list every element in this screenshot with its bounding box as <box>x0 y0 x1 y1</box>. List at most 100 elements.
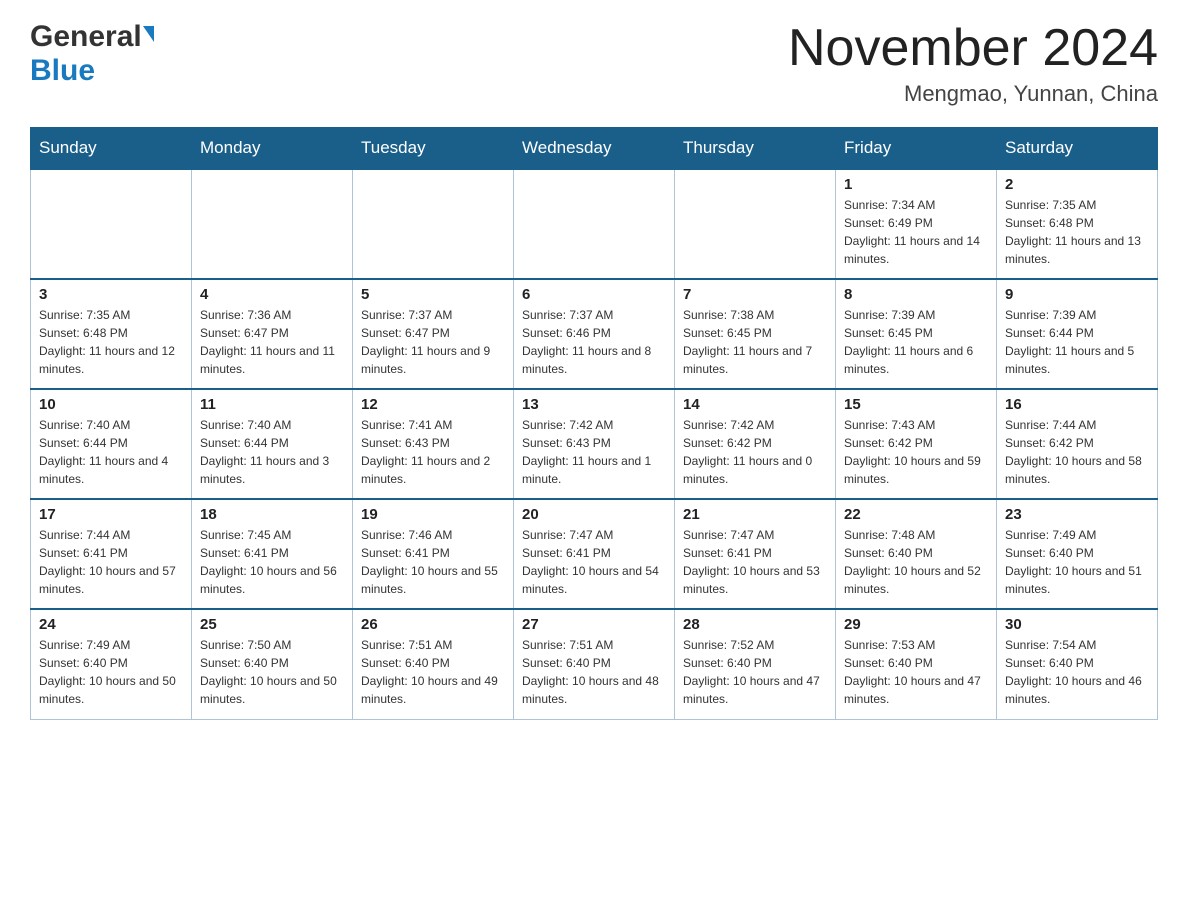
day-number: 28 <box>683 616 827 633</box>
day-info: Sunrise: 7:40 AMSunset: 6:44 PMDaylight:… <box>200 416 344 488</box>
day-number: 22 <box>844 506 988 523</box>
day-info: Sunrise: 7:35 AMSunset: 6:48 PMDaylight:… <box>1005 196 1149 268</box>
day-number: 30 <box>1005 616 1149 633</box>
day-info: Sunrise: 7:34 AMSunset: 6:49 PMDaylight:… <box>844 196 988 268</box>
calendar-cell: 14Sunrise: 7:42 AMSunset: 6:42 PMDayligh… <box>675 389 836 499</box>
day-info: Sunrise: 7:37 AMSunset: 6:47 PMDaylight:… <box>361 306 505 378</box>
day-number: 15 <box>844 396 988 413</box>
day-number: 7 <box>683 286 827 303</box>
calendar-cell: 9 Sunrise: 7:39 AMSunset: 6:44 PMDaylight… <box>997 279 1158 389</box>
calendar-cell: 23 Sunrise: 7:49 AMSunset: 6:40 PMDayligh… <box>997 499 1158 609</box>
calendar-week-row: 17Sunrise: 7:44 AMSunset: 6:41 PMDayligh… <box>31 499 1158 609</box>
day-info: Sunrise: 7:49 AMSunset: 6:40 PMDaylight:… <box>39 636 183 708</box>
calendar-cell: 28 Sunrise: 7:52 AMSunset: 6:40 PMDayligh… <box>675 609 836 719</box>
day-number: 29 <box>844 616 988 633</box>
day-number: 23 <box>1005 506 1149 523</box>
calendar-cell <box>31 169 192 279</box>
calendar-cell <box>675 169 836 279</box>
day-number: 2 <box>1005 176 1149 193</box>
day-number: 18 <box>200 506 344 523</box>
logo-general: General <box>30 20 142 54</box>
calendar-cell: 17Sunrise: 7:44 AMSunset: 6:41 PMDayligh… <box>31 499 192 609</box>
day-number: 1 <box>844 176 988 193</box>
calendar-week-row: 3Sunrise: 7:35 AMSunset: 6:48 PMDaylight… <box>31 279 1158 389</box>
calendar-cell: 8Sunrise: 7:39 AMSunset: 6:45 PMDaylight… <box>836 279 997 389</box>
calendar-cell: 4Sunrise: 7:36 AMSunset: 6:47 PMDaylight… <box>192 279 353 389</box>
calendar-week-row: 24 Sunrise: 7:49 AMSunset: 6:40 PMDayligh… <box>31 609 1158 719</box>
day-info: Sunrise: 7:42 AMSunset: 6:43 PMDaylight:… <box>522 416 666 488</box>
day-info: Sunrise: 7:39 AMSunset: 6:45 PMDaylight:… <box>844 306 988 378</box>
calendar-cell: 24 Sunrise: 7:49 AMSunset: 6:40 PMDayligh… <box>31 609 192 719</box>
day-number: 24 <box>39 616 183 633</box>
day-info: Sunrise: 7:49 AMSunset: 6:40 PMDaylight:… <box>1005 526 1149 598</box>
calendar-cell: 30 Sunrise: 7:54 AMSunset: 6:40 PMDayligh… <box>997 609 1158 719</box>
calendar-cell: 2 Sunrise: 7:35 AMSunset: 6:48 PMDaylight… <box>997 169 1158 279</box>
day-number: 13 <box>522 396 666 413</box>
location: Mengmao, Yunnan, China <box>788 81 1158 107</box>
day-info: Sunrise: 7:50 AMSunset: 6:40 PMDaylight:… <box>200 636 344 708</box>
calendar-cell: 18 Sunrise: 7:45 AMSunset: 6:41 PMDayligh… <box>192 499 353 609</box>
calendar-cell: 3Sunrise: 7:35 AMSunset: 6:48 PMDaylight… <box>31 279 192 389</box>
day-info: Sunrise: 7:47 AMSunset: 6:41 PMDaylight:… <box>522 526 666 598</box>
day-info: Sunrise: 7:46 AMSunset: 6:41 PMDaylight:… <box>361 526 505 598</box>
day-info: Sunrise: 7:47 AMSunset: 6:41 PMDaylight:… <box>683 526 827 598</box>
calendar-table: SundayMondayTuesdayWednesdayThursdayFrid… <box>30 127 1158 720</box>
day-info: Sunrise: 7:52 AMSunset: 6:40 PMDaylight:… <box>683 636 827 708</box>
day-number: 4 <box>200 286 344 303</box>
calendar-day-header: Saturday <box>997 128 1158 170</box>
page-header: General Blue November 2024 Mengmao, Yunn… <box>30 20 1158 107</box>
day-info: Sunrise: 7:53 AMSunset: 6:40 PMDaylight:… <box>844 636 988 708</box>
day-info: Sunrise: 7:48 AMSunset: 6:40 PMDaylight:… <box>844 526 988 598</box>
calendar-day-header: Friday <box>836 128 997 170</box>
logo: General Blue <box>30 20 154 88</box>
day-number: 5 <box>361 286 505 303</box>
calendar-cell: 10Sunrise: 7:40 AMSunset: 6:44 PMDayligh… <box>31 389 192 499</box>
day-number: 3 <box>39 286 183 303</box>
day-info: Sunrise: 7:39 AMSunset: 6:44 PMDaylight:… <box>1005 306 1149 378</box>
day-info: Sunrise: 7:54 AMSunset: 6:40 PMDaylight:… <box>1005 636 1149 708</box>
calendar-cell: 15Sunrise: 7:43 AMSunset: 6:42 PMDayligh… <box>836 389 997 499</box>
calendar-cell: 5 Sunrise: 7:37 AMSunset: 6:47 PMDaylight… <box>353 279 514 389</box>
calendar-day-header: Thursday <box>675 128 836 170</box>
calendar-cell: 26Sunrise: 7:51 AMSunset: 6:40 PMDayligh… <box>353 609 514 719</box>
calendar-cell: 19Sunrise: 7:46 AMSunset: 6:41 PMDayligh… <box>353 499 514 609</box>
day-number: 9 <box>1005 286 1149 303</box>
calendar-cell <box>514 169 675 279</box>
day-number: 27 <box>522 616 666 633</box>
day-info: Sunrise: 7:37 AMSunset: 6:46 PMDaylight:… <box>522 306 666 378</box>
day-number: 14 <box>683 396 827 413</box>
calendar-cell: 29 Sunrise: 7:53 AMSunset: 6:40 PMDayligh… <box>836 609 997 719</box>
logo-triangle-icon <box>143 26 154 42</box>
calendar-header-row: SundayMondayTuesdayWednesdayThursdayFrid… <box>31 128 1158 170</box>
month-title: November 2024 <box>788 20 1158 77</box>
day-number: 6 <box>522 286 666 303</box>
day-info: Sunrise: 7:41 AMSunset: 6:43 PMDaylight:… <box>361 416 505 488</box>
day-info: Sunrise: 7:45 AMSunset: 6:41 PMDaylight:… <box>200 526 344 598</box>
calendar-cell: 11Sunrise: 7:40 AMSunset: 6:44 PMDayligh… <box>192 389 353 499</box>
day-number: 21 <box>683 506 827 523</box>
calendar-cell: 20 Sunrise: 7:47 AMSunset: 6:41 PMDayligh… <box>514 499 675 609</box>
calendar-cell: 12 Sunrise: 7:41 AMSunset: 6:43 PMDayligh… <box>353 389 514 499</box>
calendar-day-header: Monday <box>192 128 353 170</box>
calendar-week-row: 1 Sunrise: 7:34 AMSunset: 6:49 PMDaylight… <box>31 169 1158 279</box>
day-info: Sunrise: 7:51 AMSunset: 6:40 PMDaylight:… <box>522 636 666 708</box>
day-info: Sunrise: 7:44 AMSunset: 6:42 PMDaylight:… <box>1005 416 1149 488</box>
calendar-week-row: 10 Sunrise: 7:40 AMSunset: 6:44 PMDayligh… <box>31 389 1158 499</box>
calendar-cell: 21 Sunrise: 7:47 AMSunset: 6:41 PMDayligh… <box>675 499 836 609</box>
calendar-cell: 13 Sunrise: 7:42 AMSunset: 6:43 PMDayligh… <box>514 389 675 499</box>
calendar-cell: 16Sunrise: 7:44 AMSunset: 6:42 PMDayligh… <box>997 389 1158 499</box>
day-number: 20 <box>522 506 666 523</box>
calendar-cell <box>353 169 514 279</box>
calendar-cell: 22 Sunrise: 7:48 AMSunset: 6:40 PMDayligh… <box>836 499 997 609</box>
day-info: Sunrise: 7:51 AMSunset: 6:40 PMDaylight:… <box>361 636 505 708</box>
day-number: 12 <box>361 396 505 413</box>
calendar-cell <box>192 169 353 279</box>
day-number: 10 <box>39 396 183 413</box>
calendar-day-header: Wednesday <box>514 128 675 170</box>
calendar-day-header: Sunday <box>31 128 192 170</box>
calendar-cell: 25Sunrise: 7:50 AMSunset: 6:40 PMDayligh… <box>192 609 353 719</box>
calendar-cell: 27 Sunrise: 7:51 AMSunset: 6:40 PMDayligh… <box>514 609 675 719</box>
day-number: 17 <box>39 506 183 523</box>
calendar-cell: 1 Sunrise: 7:34 AMSunset: 6:49 PMDaylight… <box>836 169 997 279</box>
calendar-day-header: Tuesday <box>353 128 514 170</box>
